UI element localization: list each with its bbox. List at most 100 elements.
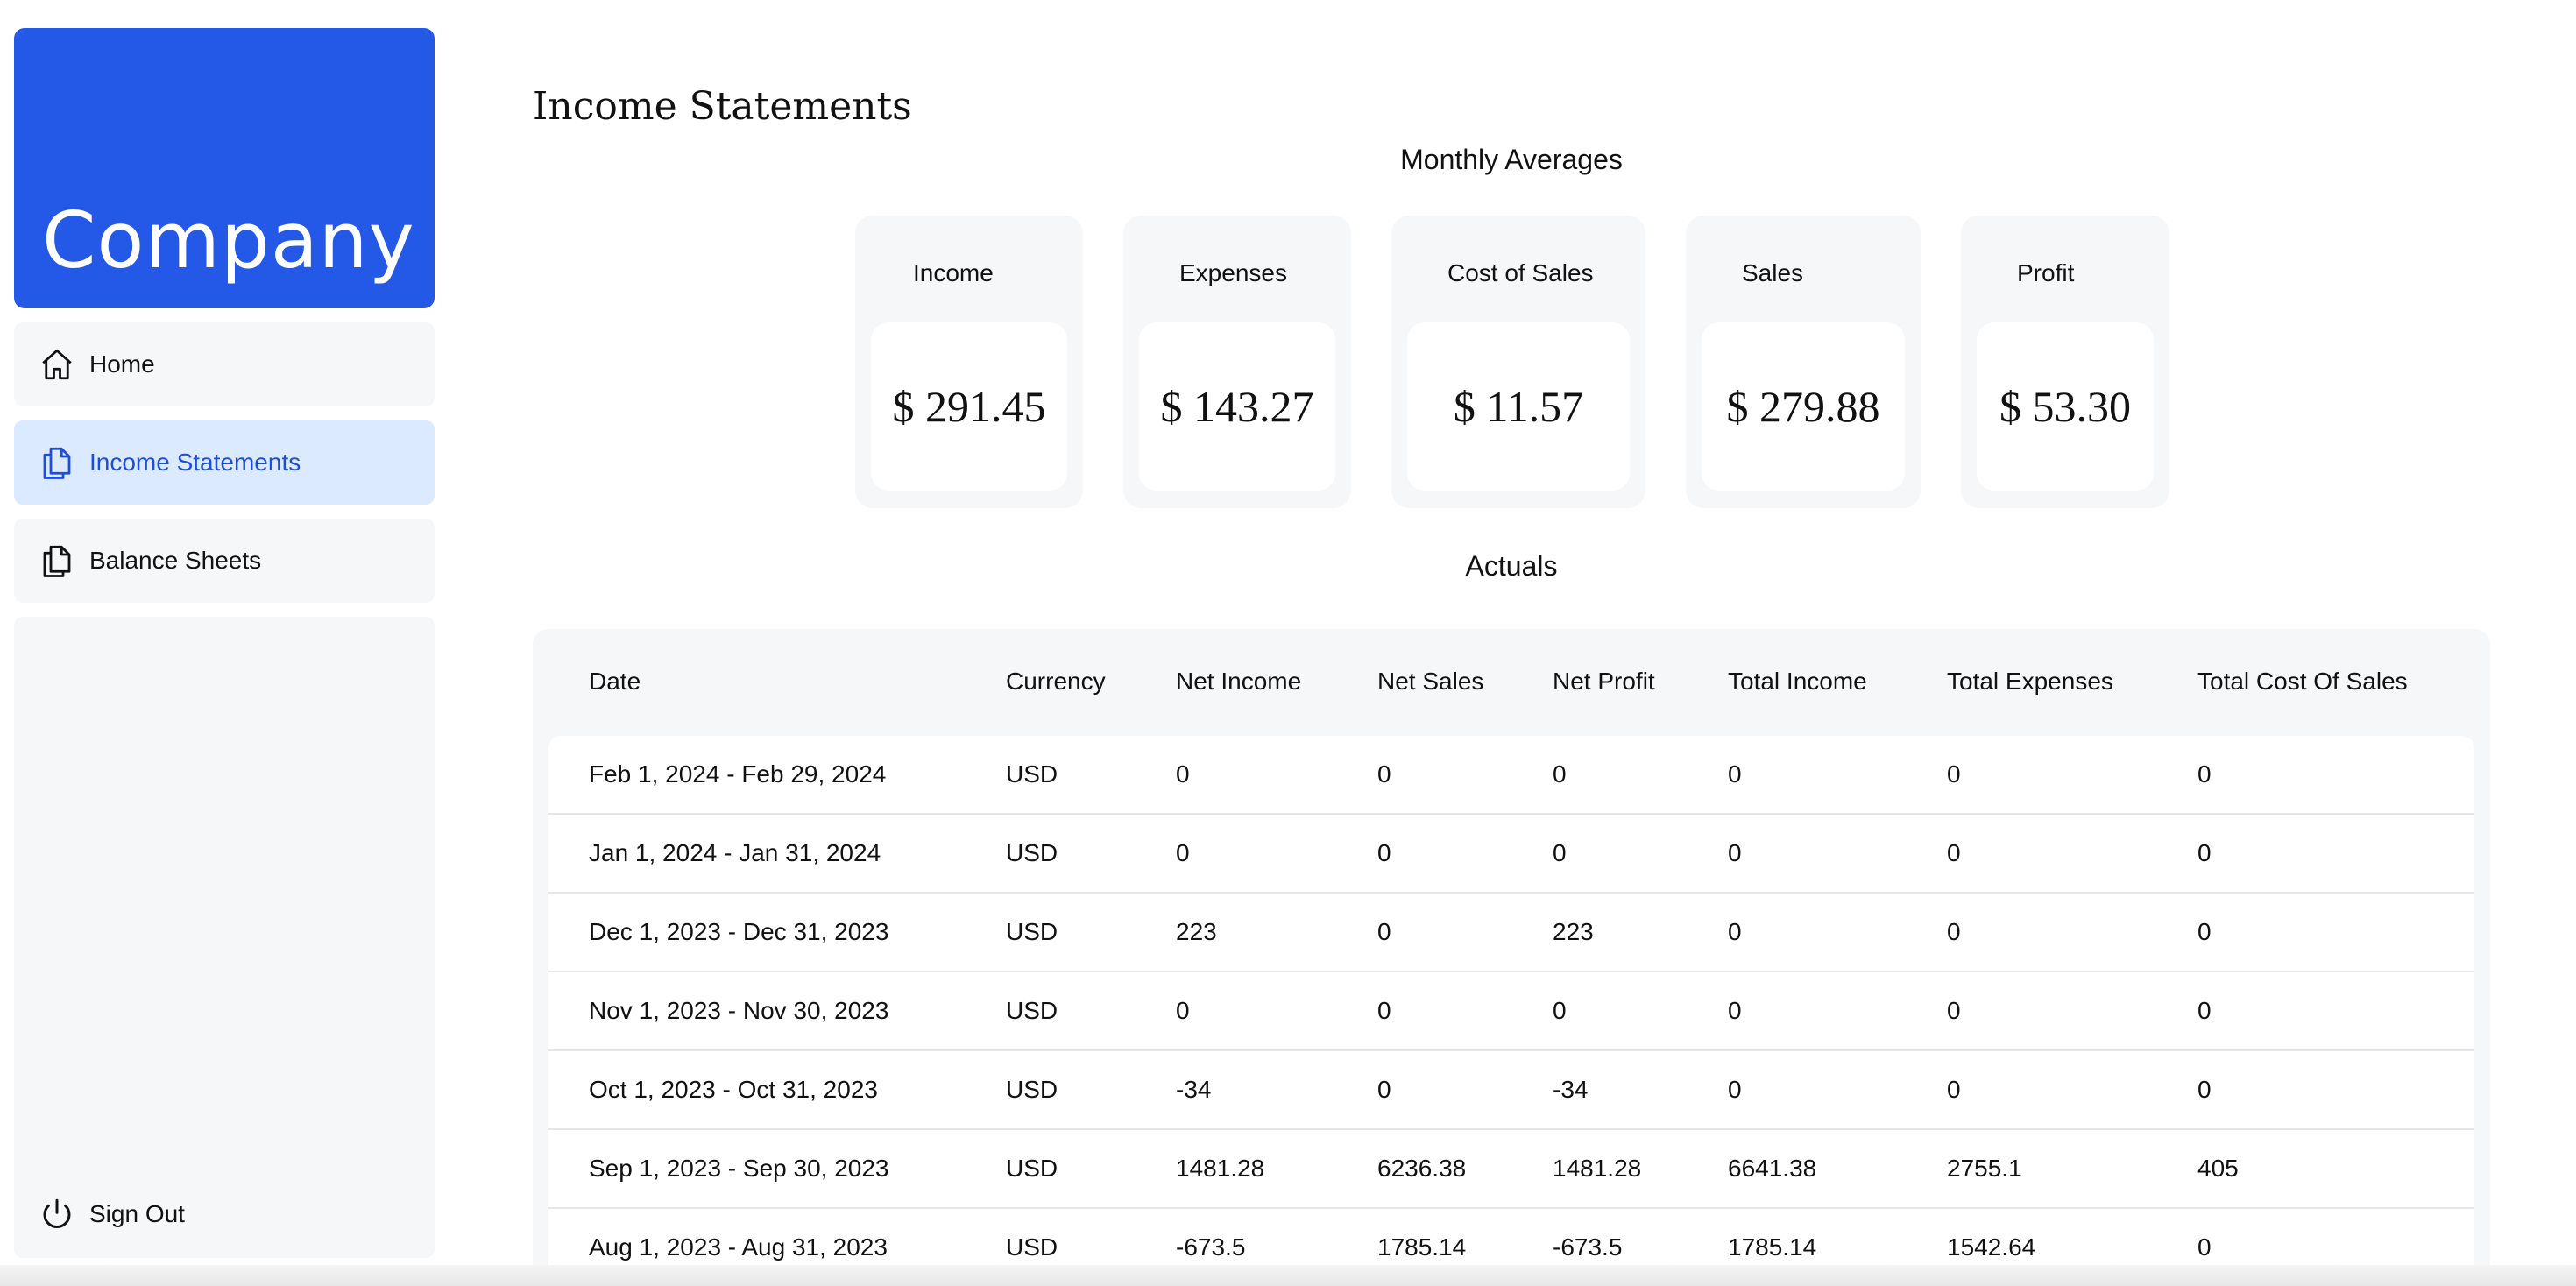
cell-total-expenses: 0 (1947, 839, 1961, 866)
cell-total-cost-of-sales: 0 (2197, 839, 2212, 866)
card-value: $ 279.88 (1726, 382, 1880, 431)
sidebar-item-label: Balance Sheets (89, 547, 262, 574)
cell-net-sales: 0 (1377, 760, 1391, 788)
cell-net-sales: 0 (1377, 918, 1391, 945)
table-row[interactable]: Oct 1, 2023 - Oct 31, 2023 USD -34 0 -34… (548, 1051, 2474, 1130)
cell-net-sales: 6236.38 (1377, 1155, 1467, 1182)
cell-net-income: -34 (1176, 1076, 1212, 1103)
cell-total-cost-of-sales: 0 (2197, 918, 2212, 945)
card-value-box: $ 279.88 (1702, 322, 1905, 491)
document-icon (37, 442, 77, 483)
cell-currency: USD (1006, 1233, 1058, 1261)
cell-date: Sep 1, 2023 - Sep 30, 2023 (589, 1155, 889, 1182)
cell-total-expenses: 0 (1947, 997, 1961, 1024)
card-label: Cost of Sales (1447, 259, 1594, 286)
table-row[interactable]: Dec 1, 2023 - Dec 31, 2023 USD 223 0 223… (548, 894, 2474, 972)
sign-out-label: Sign Out (89, 1200, 185, 1227)
cell-net-income: 0 (1176, 997, 1190, 1024)
cell-total-income: 0 (1728, 760, 1742, 788)
card-value: $ 11.57 (1453, 382, 1584, 431)
card-value: $ 53.30 (1999, 382, 2131, 431)
cell-total-expenses: 0 (1947, 918, 1961, 945)
card-value-box: $ 143.27 (1139, 322, 1335, 491)
cell-date: Oct 1, 2023 - Oct 31, 2023 (589, 1076, 878, 1103)
cell-net-profit: 1481.28 (1553, 1155, 1642, 1182)
brand-name: Company (42, 195, 415, 286)
average-card-sales: Sales $ 279.88 (1686, 216, 1921, 508)
column-header-total-cost-of-sales[interactable]: Total Cost Of Sales (2197, 668, 2408, 696)
cell-total-income: 0 (1728, 997, 1742, 1024)
bottom-edge (0, 1265, 2576, 1286)
cell-net-sales: 1785.14 (1377, 1233, 1467, 1261)
column-header-net-income[interactable]: Net Income (1176, 668, 1301, 696)
card-value: $ 291.45 (892, 382, 1046, 431)
cell-total-income: 6641.38 (1728, 1155, 1817, 1182)
cell-total-income: 0 (1728, 839, 1742, 866)
cell-total-income: 1785.14 (1728, 1233, 1817, 1261)
cell-date: Jan 1, 2024 - Jan 31, 2024 (589, 839, 881, 866)
cell-net-profit: -673.5 (1553, 1233, 1623, 1261)
cell-total-cost-of-sales: 0 (2197, 760, 2212, 788)
table-header: Date Currency Net Income Net Sales Net P… (533, 629, 2490, 736)
cell-net-profit: 0 (1553, 997, 1567, 1024)
cell-net-profit: 0 (1553, 839, 1567, 866)
table-row[interactable]: Jan 1, 2024 - Jan 31, 2024 USD 0 0 0 0 0… (548, 815, 2474, 894)
sidebar-item-label: Income Statements (89, 449, 301, 476)
cell-net-sales: 0 (1377, 997, 1391, 1024)
cell-currency: USD (1006, 918, 1058, 945)
home-icon (37, 344, 77, 385)
column-header-currency[interactable]: Currency (1006, 668, 1106, 696)
cell-currency: USD (1006, 1155, 1058, 1182)
cell-date: Feb 1, 2024 - Feb 29, 2024 (589, 760, 887, 788)
card-value-box: $ 53.30 (1977, 322, 2154, 491)
monthly-averages-title: Monthly Averages (1400, 144, 1623, 175)
cell-total-income: 0 (1728, 918, 1742, 945)
cell-total-expenses: 0 (1947, 1076, 1961, 1103)
average-card-income: Income $ 291.45 (855, 216, 1083, 508)
column-header-total-expenses[interactable]: Total Expenses (1947, 668, 2113, 696)
cell-net-income: 0 (1176, 839, 1190, 866)
sidebar-item-label: Home (89, 350, 155, 378)
cell-net-profit: 223 (1553, 918, 1594, 945)
app: Company Home Income Statements Balance S… (0, 0, 2576, 1286)
average-card-profit: Profit $ 53.30 (1961, 216, 2169, 508)
sidebar-spacer (14, 617, 435, 1184)
column-header-total-income[interactable]: Total Income (1728, 668, 1867, 696)
cell-total-expenses: 2755.1 (1947, 1155, 2022, 1182)
card-value: $ 143.27 (1160, 382, 1314, 431)
column-header-net-profit[interactable]: Net Profit (1553, 668, 1655, 696)
cell-total-expenses: 0 (1947, 760, 1961, 788)
cell-total-cost-of-sales: 0 (2197, 1233, 2212, 1261)
page-title: Income Statements (533, 84, 912, 129)
cell-currency: USD (1006, 760, 1058, 788)
cell-currency: USD (1006, 1076, 1058, 1103)
cell-net-profit: -34 (1553, 1076, 1589, 1103)
cell-currency: USD (1006, 839, 1058, 866)
cell-date: Nov 1, 2023 - Nov 30, 2023 (589, 997, 889, 1024)
column-header-net-sales[interactable]: Net Sales (1377, 668, 1483, 696)
cell-currency: USD (1006, 997, 1058, 1024)
card-label: Income (913, 259, 994, 286)
table-row[interactable]: Feb 1, 2024 - Feb 29, 2024 USD 0 0 0 0 0… (548, 736, 2474, 815)
cell-net-income: 0 (1176, 760, 1190, 788)
sidebar-item-income-statements[interactable]: Income Statements (14, 420, 435, 505)
sidebar: Company Home Income Statements Balance S… (14, 28, 435, 1258)
table-body: Feb 1, 2024 - Feb 29, 2024 USD 0 0 0 0 0… (548, 736, 2474, 1286)
card-label: Sales (1742, 259, 1804, 286)
sidebar-item-balance-sheets[interactable]: Balance Sheets (14, 519, 435, 603)
card-value-box: $ 11.57 (1407, 322, 1630, 491)
card-value-box: $ 291.45 (871, 322, 1067, 491)
cell-net-income: 223 (1176, 918, 1217, 945)
average-card-expenses: Expenses $ 143.27 (1123, 216, 1351, 508)
column-header-date[interactable]: Date (589, 668, 640, 696)
cell-net-sales: 0 (1377, 839, 1391, 866)
table-row[interactable]: Sep 1, 2023 - Sep 30, 2023 USD 1481.28 6… (548, 1130, 2474, 1209)
table-row[interactable]: Nov 1, 2023 - Nov 30, 2023 USD 0 0 0 0 0… (548, 972, 2474, 1051)
sidebar-item-home[interactable]: Home (14, 322, 435, 406)
cell-net-profit: 0 (1553, 760, 1567, 788)
cell-total-cost-of-sales: 0 (2197, 1076, 2212, 1103)
sign-out-button[interactable]: Sign Out (14, 1170, 435, 1258)
power-icon (37, 1194, 77, 1234)
cell-date: Dec 1, 2023 - Dec 31, 2023 (589, 918, 889, 945)
cell-total-cost-of-sales: 0 (2197, 997, 2212, 1024)
